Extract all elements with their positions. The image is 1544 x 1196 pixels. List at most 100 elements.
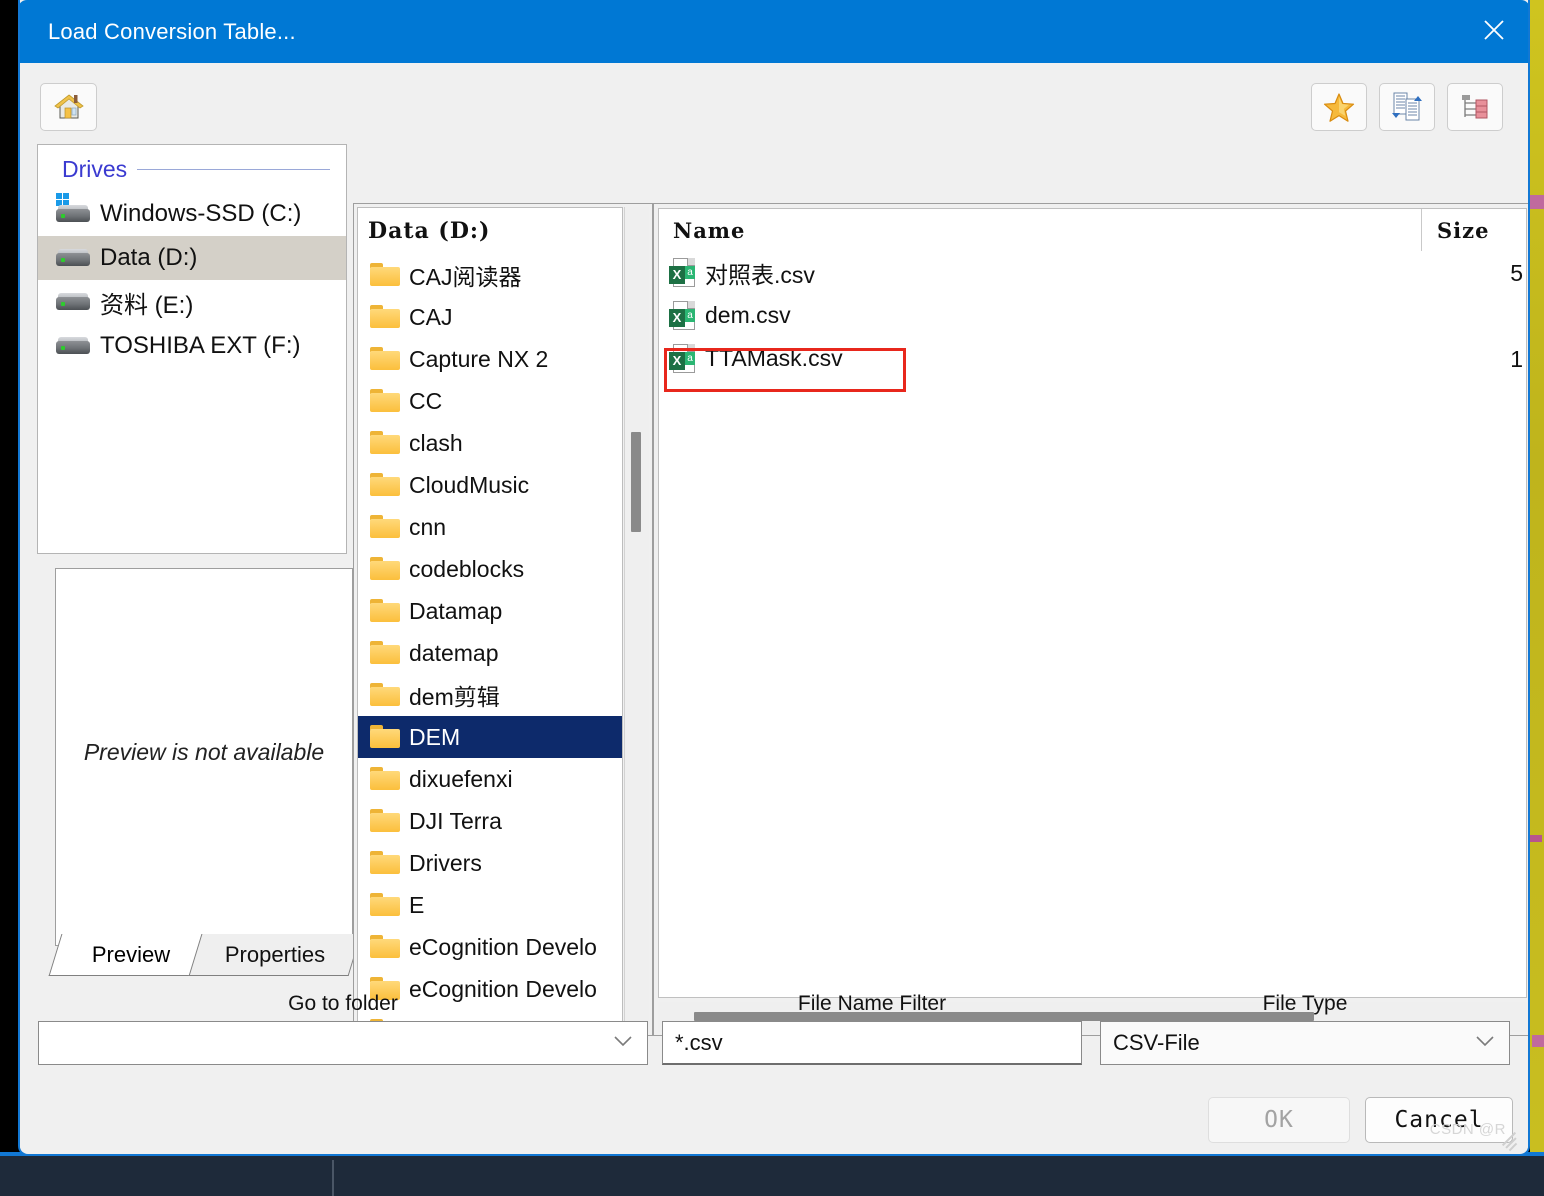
taskbar: [0, 1152, 1544, 1196]
load-conversion-table-dialog: Load Conversion Table... Drives Windows-…: [18, 0, 1530, 1156]
file-type-combobox[interactable]: CSV-File: [1100, 1021, 1510, 1065]
folder-item[interactable]: cnn: [358, 506, 622, 548]
folder-item[interactable]: DJI Terra: [358, 800, 622, 842]
folder-icon: [370, 767, 400, 791]
folder-icon: [370, 515, 400, 539]
folder-item-selected[interactable]: DEM: [358, 716, 622, 758]
file-list: Xa 对照表.csv 5 Xa dem.csv X a TTAMask.csv …: [659, 251, 1526, 380]
folder-item[interactable]: CC: [358, 380, 622, 422]
star-icon[interactable]: [1311, 83, 1367, 131]
folder-icon: [370, 725, 400, 749]
sync-documents-icon[interactable]: [1379, 83, 1435, 131]
drives-header: Drives: [62, 156, 330, 183]
folder-item[interactable]: dixuefenxi: [358, 758, 622, 800]
drive-label: Data (D:): [100, 244, 198, 271]
folder-label: Capture NX 2: [409, 345, 549, 372]
hard-drive-icon: [56, 291, 90, 313]
close-icon[interactable]: [1466, 4, 1522, 56]
folder-icon: [370, 473, 400, 497]
go-to-folder-combobox[interactable]: [38, 1021, 648, 1065]
folder-item[interactable]: CAJ: [358, 296, 622, 338]
folder-label: CAJ阅读器: [409, 264, 522, 290]
file-row[interactable]: Xa 对照表.csv 5: [659, 251, 1526, 294]
go-to-folder-label: Go to folder: [288, 992, 398, 1015]
folder-icon: [370, 431, 400, 455]
drives-list: Windows-SSD (C:) Data (D:) 资料 (E:) TOSHI…: [38, 192, 346, 368]
csv-file-icon: Xa: [669, 257, 695, 288]
file-row[interactable]: Xa dem.csv: [659, 294, 1526, 337]
folder-icon: [370, 935, 400, 959]
tab-preview[interactable]: Preview: [48, 934, 214, 976]
taskbar-divider: [332, 1160, 334, 1196]
folder-item[interactable]: codeblocks: [358, 548, 622, 590]
folder-list: CAJ阅读器 CAJ Capture NX 2 CC clash CloudMu…: [358, 254, 622, 1031]
folder-label: dem剪辑: [409, 684, 500, 710]
column-divider[interactable]: [1421, 209, 1422, 251]
file-list-header: Name Size: [659, 209, 1526, 251]
file-size: 1: [1510, 346, 1523, 372]
folder-item[interactable]: eCognition Develo: [358, 926, 622, 968]
file-name: dem.csv: [705, 302, 791, 328]
ok-button-label: OK: [1264, 1107, 1294, 1133]
folder-label: clash: [409, 429, 463, 456]
tree-list-icon[interactable]: [1447, 83, 1503, 131]
folder-label: DEM: [409, 723, 461, 750]
drive-item-f[interactable]: TOSHIBA EXT (F:): [38, 324, 346, 368]
folder-item[interactable]: CloudMusic: [358, 464, 622, 506]
folder-label: dixuefenxi: [409, 765, 513, 792]
preview-panel: Preview is not available: [55, 568, 353, 946]
toolbar-right: [1311, 83, 1503, 131]
csv-file-icon: Xa: [669, 300, 695, 331]
folder-panel: Data (D:) CAJ阅读器 CAJ Capture NX 2 CC cla…: [353, 203, 653, 1036]
file-row-highlighted[interactable]: Xa TTAMask.csv 1: [659, 337, 1526, 380]
folder-label: CAJ: [409, 303, 453, 330]
backdrop-marker: [1530, 195, 1544, 209]
drive-item-d[interactable]: Data (D:): [38, 236, 346, 280]
screen: Load Conversion Table... Drives Windows-…: [0, 0, 1544, 1196]
drives-header-rule: [137, 169, 330, 170]
csv-file-icon: Xa: [669, 343, 695, 374]
hard-drive-windows-icon: [56, 193, 90, 225]
folder-icon: [370, 809, 400, 833]
backdrop-marker: [1530, 835, 1542, 842]
folder-label: CloudMusic: [409, 471, 530, 498]
desktop-backdrop: [1530, 0, 1544, 1152]
folder-icon: [370, 641, 400, 665]
folder-item[interactable]: datemap: [358, 632, 622, 674]
drive-item-e[interactable]: 资料 (E:): [38, 280, 346, 324]
folder-panel-scrollbar[interactable]: [624, 207, 649, 1032]
chevron-down-icon: [1475, 1034, 1495, 1052]
file-size: 5: [1510, 260, 1523, 286]
tab-properties[interactable]: Properties: [188, 934, 362, 976]
folder-icon: [370, 683, 400, 707]
title-bar: Load Conversion Table...: [20, 0, 1528, 63]
folder-icon: [370, 389, 400, 413]
home-icon[interactable]: [40, 83, 97, 131]
folder-panel-scrollbar-thumb[interactable]: [631, 432, 641, 532]
ok-button[interactable]: OK: [1208, 1097, 1350, 1143]
folder-icon: [370, 599, 400, 623]
folder-item[interactable]: dem剪辑: [358, 674, 622, 716]
file-type-value: CSV-File: [1113, 1030, 1200, 1055]
file-name-filter-value: *.csv: [675, 1029, 723, 1055]
folder-item[interactable]: clash: [358, 422, 622, 464]
file-panel: Name Size Xa 对照表.csv 5 X a dem.csv X a T…: [653, 203, 1528, 1036]
column-header-size[interactable]: Size: [1437, 218, 1489, 243]
folder-item[interactable]: Capture NX 2: [358, 338, 622, 380]
file-name: 对照表.csv: [705, 261, 815, 288]
window-title: Load Conversion Table...: [48, 19, 296, 44]
backdrop-marker: [1532, 1035, 1544, 1047]
folder-item[interactable]: Drivers: [358, 842, 622, 884]
folder-icon: [370, 851, 400, 875]
folder-item[interactable]: CAJ阅读器: [358, 254, 622, 296]
folder-item[interactable]: Datamap: [358, 590, 622, 632]
drive-item-c[interactable]: Windows-SSD (C:): [38, 192, 346, 236]
column-header-name[interactable]: Name: [673, 218, 745, 243]
watermark: CSDN @R: [1429, 1121, 1506, 1138]
folder-label: Datamap: [409, 597, 503, 624]
file-name-filter-input[interactable]: *.csv: [662, 1021, 1082, 1065]
tab-preview-label: Preview: [91, 942, 171, 967]
folder-item[interactable]: E: [358, 884, 622, 926]
drive-label: TOSHIBA EXT (F:): [100, 332, 301, 359]
preview-message: Preview is not available: [83, 739, 325, 765]
